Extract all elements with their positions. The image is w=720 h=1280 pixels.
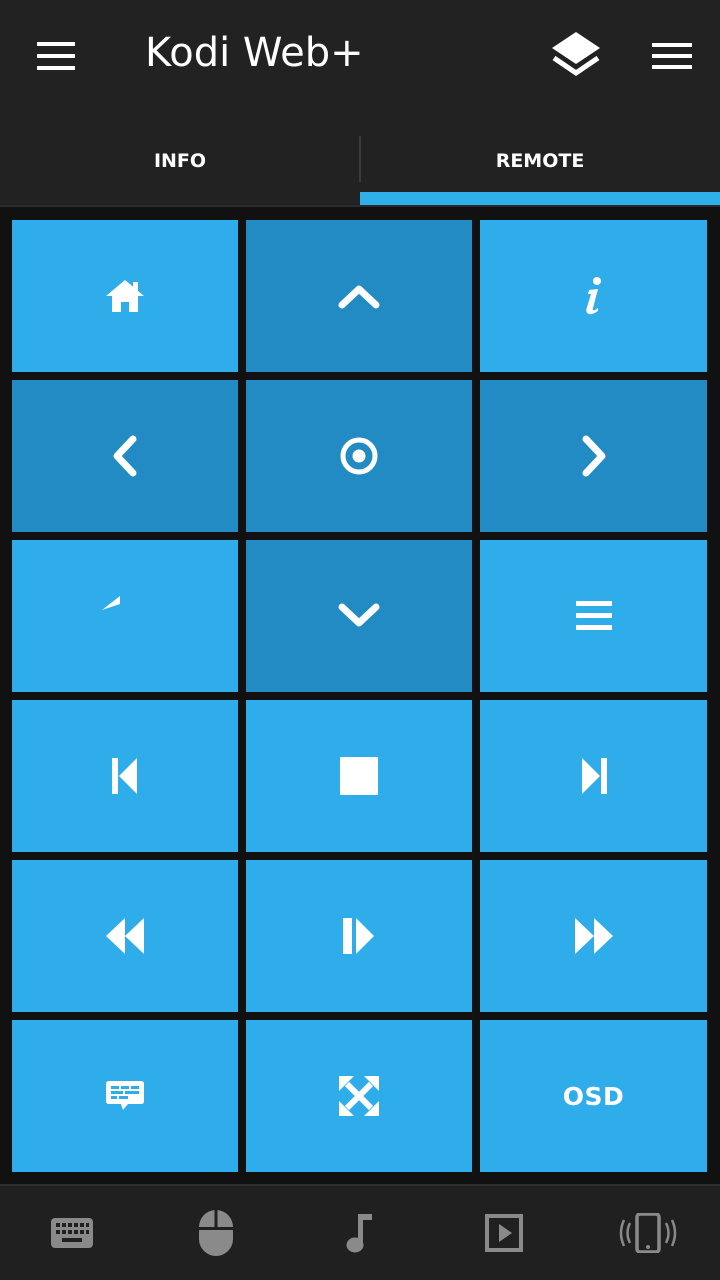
up-button[interactable] bbox=[246, 220, 472, 372]
osd-button[interactable]: OSD bbox=[480, 1020, 707, 1172]
context-menu-button[interactable] bbox=[480, 540, 707, 692]
phone-vibrate-icon bbox=[619, 1213, 677, 1253]
subtitles-icon bbox=[106, 1081, 144, 1110]
keyboard-icon bbox=[51, 1218, 93, 1248]
skip-previous-icon bbox=[112, 758, 137, 794]
mouse-button[interactable] bbox=[144, 1186, 288, 1280]
tab-bar-divider bbox=[0, 205, 720, 207]
chevron-right-icon bbox=[582, 435, 605, 477]
play-pause-button[interactable] bbox=[246, 860, 472, 1012]
fullscreen-button[interactable] bbox=[246, 1020, 472, 1172]
active-tab-indicator bbox=[360, 192, 720, 206]
mouse-icon bbox=[199, 1210, 233, 1256]
home-button[interactable] bbox=[12, 220, 238, 372]
keyboard-button[interactable] bbox=[0, 1186, 144, 1280]
left-button[interactable] bbox=[12, 380, 238, 532]
next-button[interactable] bbox=[480, 700, 707, 852]
remote-control-grid: OSD bbox=[12, 220, 708, 1172]
subtitles-button[interactable] bbox=[12, 1020, 238, 1172]
stop-icon bbox=[340, 757, 378, 795]
chevron-up-icon bbox=[338, 285, 380, 309]
play-pause-icon bbox=[343, 918, 374, 954]
home-icon bbox=[106, 280, 144, 312]
app-bar: Kodi Web+ bbox=[0, 0, 720, 115]
skip-next-icon bbox=[581, 758, 607, 794]
menu-lines-icon bbox=[652, 43, 692, 69]
context-menu-icon bbox=[575, 601, 612, 630]
video-button[interactable] bbox=[432, 1186, 576, 1280]
back-button[interactable] bbox=[12, 540, 238, 692]
select-button[interactable] bbox=[246, 380, 472, 532]
tab-bar: INFO REMOTE bbox=[0, 115, 720, 206]
back-arrow-icon bbox=[102, 596, 120, 610]
music-button[interactable] bbox=[288, 1186, 432, 1280]
rewind-icon bbox=[106, 918, 144, 954]
rewind-button[interactable] bbox=[12, 860, 238, 1012]
more-options-button[interactable] bbox=[636, 22, 708, 90]
info-icon bbox=[585, 277, 601, 315]
layers-icon bbox=[552, 32, 600, 77]
hamburger-menu-icon bbox=[37, 42, 75, 70]
chevron-left-icon bbox=[113, 435, 137, 477]
stop-button[interactable] bbox=[246, 700, 472, 852]
bottom-navigation bbox=[0, 1184, 720, 1280]
music-note-icon bbox=[346, 1214, 372, 1253]
fullscreen-icon bbox=[339, 1076, 379, 1116]
info-button[interactable] bbox=[480, 220, 707, 372]
fast-forward-button[interactable] bbox=[480, 860, 707, 1012]
select-circle-icon bbox=[340, 437, 378, 475]
navigation-menu-button[interactable] bbox=[20, 22, 92, 90]
fast-forward-icon bbox=[574, 918, 613, 954]
tab-info[interactable]: INFO bbox=[0, 115, 360, 206]
previous-button[interactable] bbox=[12, 700, 238, 852]
video-play-icon bbox=[485, 1214, 523, 1252]
osd-label: OSD bbox=[562, 1081, 625, 1111]
chevron-down-icon bbox=[338, 603, 380, 627]
app-title: Kodi Web+ bbox=[145, 30, 364, 76]
device-button[interactable] bbox=[576, 1186, 720, 1280]
playlists-button[interactable] bbox=[540, 22, 612, 90]
right-button[interactable] bbox=[480, 380, 707, 532]
down-button[interactable] bbox=[246, 540, 472, 692]
